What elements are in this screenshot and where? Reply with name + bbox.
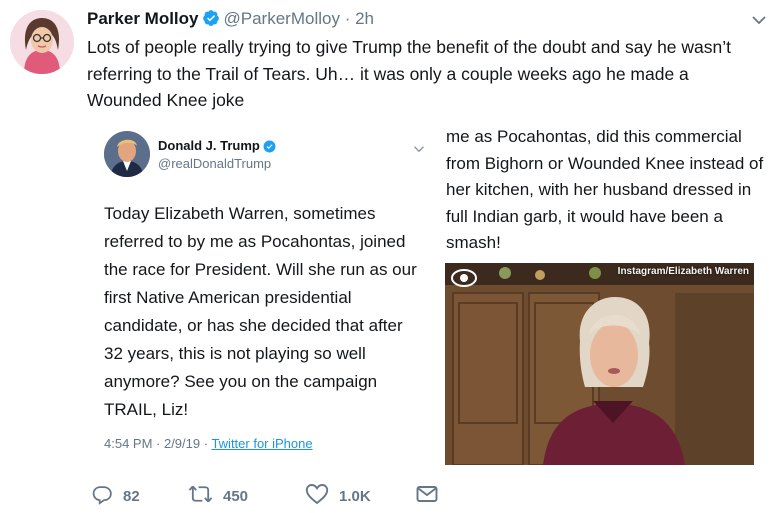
reply-button[interactable]: 82 bbox=[91, 482, 140, 510]
embedded-chevron-icon bbox=[413, 142, 425, 160]
eye-logo-icon bbox=[451, 269, 477, 292]
embedded-author-name: Donald J. Trump bbox=[158, 138, 280, 156]
like-button[interactable]: 1.0K bbox=[305, 482, 371, 510]
embedded-tweet-text: Today Elizabeth Warren, sometimes referr… bbox=[104, 204, 417, 419]
like-count: 1.0K bbox=[339, 487, 371, 505]
reply-icon bbox=[91, 483, 113, 509]
video-credit: Instagram/Elizabeth Warren bbox=[617, 266, 749, 277]
time-separator: · bbox=[344, 9, 351, 28]
embedded-author-handle: @realDonaldTrump bbox=[158, 156, 272, 171]
embedded-screenshot[interactable]: Donald J. Trump @realDonaldTrump Today E… bbox=[87, 118, 768, 470]
embedded-tweet: Donald J. Trump @realDonaldTrump Today E… bbox=[87, 118, 432, 470]
retweet-icon bbox=[188, 483, 213, 509]
embedded-source-link: Twitter for iPhone bbox=[211, 436, 313, 451]
embedded-continuation: me as Pocahontas, did this commercial fr… bbox=[432, 118, 768, 470]
tweet-menu-chevron-icon[interactable] bbox=[751, 12, 767, 33]
tweet-time[interactable]: 2h bbox=[355, 9, 374, 28]
embedded-name-text: Donald J. Trump bbox=[158, 138, 260, 153]
tweet-header: Parker Molloy @ParkerMolloy · 2h bbox=[87, 8, 374, 33]
video-thumbnail: Instagram/Elizabeth Warren bbox=[445, 263, 754, 465]
author-avatar[interactable] bbox=[10, 10, 74, 74]
tweet-text: Lots of people really trying to give Tru… bbox=[87, 37, 732, 110]
embedded-timestamp: 4:54 PM · 2/9/19 · bbox=[104, 436, 212, 451]
verified-badge-icon bbox=[202, 9, 220, 33]
embedded-avatar bbox=[104, 131, 150, 177]
author-name[interactable]: Parker Molloy bbox=[87, 9, 199, 28]
author-handle[interactable]: @ParkerMolloy bbox=[224, 9, 340, 28]
embedded-tweet-meta: 4:54 PM · 2/9/19 · Twitter for iPhone bbox=[104, 436, 313, 451]
heart-icon bbox=[305, 483, 329, 509]
continuation-text: me as Pocahontas, did this commercial fr… bbox=[446, 127, 764, 252]
envelope-icon bbox=[416, 484, 438, 508]
retweet-button[interactable]: 450 bbox=[188, 482, 248, 510]
reply-count: 82 bbox=[123, 487, 140, 505]
retweet-count: 450 bbox=[223, 487, 249, 505]
embedded-verified-icon bbox=[263, 140, 276, 156]
direct-message-button[interactable] bbox=[416, 482, 438, 510]
